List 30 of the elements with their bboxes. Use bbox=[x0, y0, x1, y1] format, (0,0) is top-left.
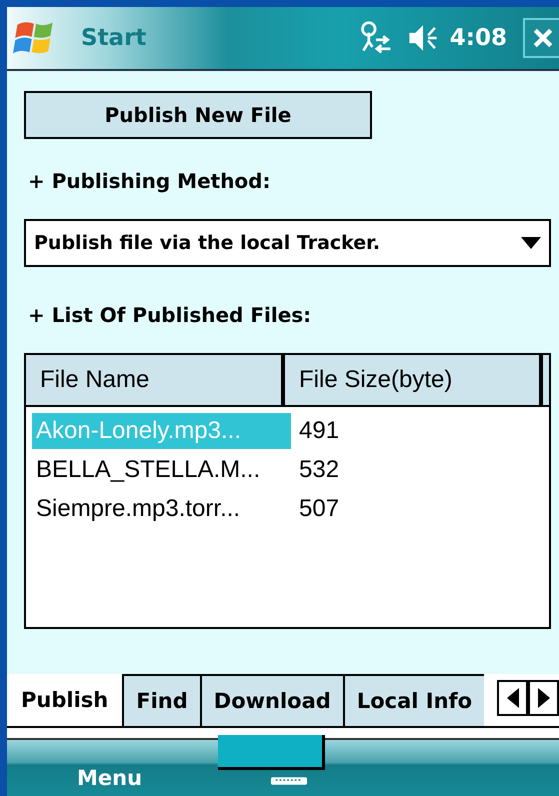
keyboard-icon[interactable] bbox=[270, 776, 308, 786]
column-header[interactable]: File Name bbox=[26, 355, 285, 405]
table-cell-text: 491 bbox=[298, 416, 340, 446]
left-triangle-icon bbox=[506, 688, 518, 708]
close-button[interactable] bbox=[523, 18, 559, 58]
tab[interactable]: Download bbox=[200, 674, 343, 726]
tab[interactable]: Local Info bbox=[342, 674, 484, 726]
section-heading: + List Of Published Files: bbox=[28, 303, 312, 329]
menu-soft-key[interactable]: Menu bbox=[71, 765, 148, 791]
clock-time: 4:08 bbox=[450, 25, 507, 51]
table-row[interactable]: Akon-Lonely.mp3... 491 bbox=[26, 411, 549, 450]
column-header[interactable]: File Size(byte) bbox=[285, 355, 543, 405]
table-cell-text: 532 bbox=[298, 454, 340, 484]
table-cell-text: BELLA_STELLA.M... bbox=[35, 454, 262, 484]
publishing-method-dropdown[interactable]: Publish file via the local Tracker. bbox=[24, 219, 551, 267]
right-triangle-icon bbox=[538, 688, 550, 708]
scroll-left-button[interactable] bbox=[497, 680, 528, 716]
window-title: Start bbox=[81, 25, 146, 51]
input-panel-button[interactable] bbox=[218, 735, 325, 770]
table-cell-text: 507 bbox=[298, 494, 340, 524]
tab[interactable]: Find bbox=[122, 674, 200, 726]
publish-new-file-button[interactable]: Publish New File bbox=[24, 91, 372, 139]
table-row[interactable]: Siempre.mp3.torr... 507 bbox=[26, 489, 549, 528]
table-cell-text: Siempre.mp3.torr... bbox=[35, 494, 242, 524]
close-icon bbox=[532, 27, 554, 49]
table-row[interactable]: BELLA_STELLA.M... 532 bbox=[26, 450, 549, 489]
scroll-right-button[interactable] bbox=[528, 680, 559, 716]
caret-icon bbox=[521, 237, 541, 249]
table-cell: Akon-Lonely.mp3... bbox=[32, 412, 291, 448]
section-heading: + Publishing Method: bbox=[28, 169, 272, 195]
